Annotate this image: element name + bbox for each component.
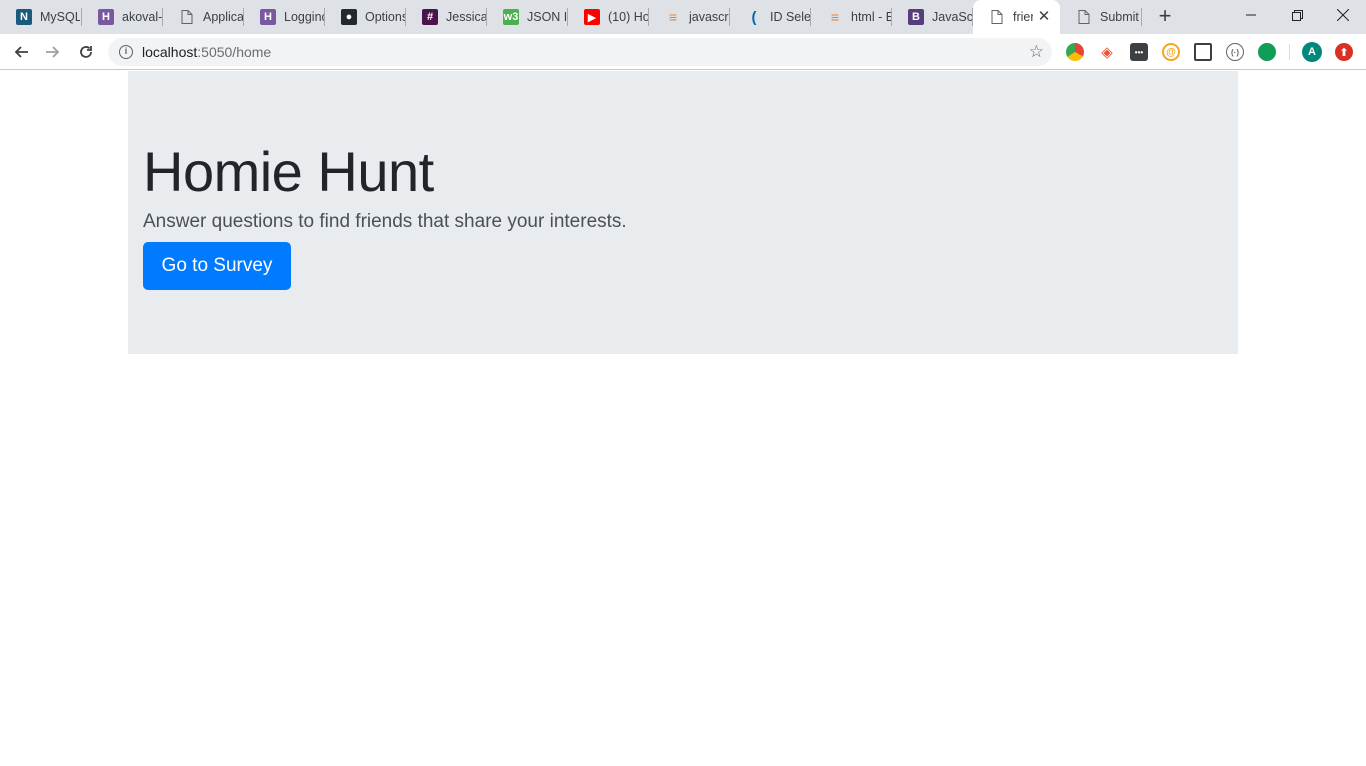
minimize-icon [1246,14,1256,16]
document-icon [1076,9,1092,25]
w3schools-icon: w3 [503,9,519,25]
update-icon[interactable]: ⬆ [1335,43,1353,61]
reload-button[interactable] [74,40,98,64]
tab-title: JavaScr [932,10,972,24]
close-tab-icon[interactable]: ✕ [1036,9,1052,25]
browser-tab[interactable]: ( ID Selec [730,0,811,34]
tab-title: Submit [1100,10,1139,24]
tab-title: Options [365,10,405,24]
restore-button[interactable] [1274,0,1320,30]
url-text[interactable]: localhost:5050/home [142,44,271,60]
profile-avatar[interactable]: A [1302,42,1322,62]
browser-tab[interactable]: H Logginc [244,0,325,34]
browser-tab[interactable]: w3 JSON In [487,0,568,34]
new-tab-button[interactable]: + [1153,5,1177,29]
github-icon: ● [341,9,357,25]
stackoverflow-icon: ≡ [830,9,840,25]
tab-title: html - E [851,10,891,24]
close-window-button[interactable] [1320,0,1366,30]
at-extension-icon[interactable]: @ [1162,43,1180,61]
browser-toolbar: i localhost:5050/home ☆ ◈ ••• @ (·) A ⬆ [0,34,1366,70]
slack-icon: # [422,9,438,25]
forward-arrow-icon [46,46,60,58]
forward-button[interactable] [41,40,65,64]
tab-title: JSON In [527,10,567,24]
browser-tab[interactable]: B JavaScr [892,0,973,34]
document-icon [179,9,195,25]
code-extension-icon[interactable]: (·) [1226,43,1244,61]
go-to-survey-button[interactable]: Go to Survey [143,242,291,290]
browser-tab[interactable]: ≡ html - E [811,0,892,34]
tab-title: javascri [689,10,729,24]
browser-tab[interactable]: ≡ javascri [649,0,730,34]
bootstrap-icon: B [908,9,924,25]
browser-tab[interactable]: Applica [163,0,244,34]
close-icon [1337,9,1349,21]
back-button[interactable] [9,40,33,64]
mysql-icon: N [16,9,32,25]
tab-strip: N MySQL Hakoval- Applica H Logginc ● Options # Je… [0,0,1366,34]
browser-tab[interactable]: Submit [1060,0,1142,34]
restore-icon [1291,9,1303,21]
dots-extension-icon[interactable]: ••• [1130,43,1148,61]
tab-title: akoval- [122,10,162,24]
browser-tab[interactable]: N MySQL [0,0,82,34]
lead-text: Answer questions to find friends that sh… [143,211,627,232]
tab-title: (10) Ho [608,10,648,24]
bookmark-star-icon[interactable]: ☆ [1029,42,1044,62]
page-title: Homie Hunt [143,140,434,203]
browser-tab[interactable]: Hakoval- [82,0,163,34]
reload-icon [80,46,92,58]
chrome-extension-icon[interactable] [1066,43,1084,61]
browser-tab[interactable]: ▶ (10) Ho [568,0,649,34]
tab-title: MySQL [40,10,80,24]
git-extension-icon[interactable]: ◈ [1098,43,1116,61]
browser-tab[interactable]: ● Options [325,0,406,34]
heroku-icon: H [260,9,276,25]
heroku-icon: H [98,9,114,25]
site-info-icon[interactable]: i [119,45,133,59]
document-icon [989,9,1005,25]
toolbar-divider [1289,44,1290,60]
jumbotron: Homie Hunt Answer questions to find frie… [128,71,1238,354]
address-bar[interactable]: i localhost:5050/home ☆ [108,38,1052,66]
tab-title: frier [1013,10,1033,24]
tab-title: Applica [203,10,243,24]
screenshot-extension-icon[interactable] [1194,43,1212,61]
jquery-icon: ( [751,8,757,26]
tab-title: ID Selec [770,10,810,24]
browser-tab[interactable]: # Jessica [406,0,487,34]
browser-tab[interactable]: frier ✕ [973,0,1060,34]
back-arrow-icon [14,46,28,58]
tab-title: Jessica [446,10,486,24]
stackoverflow-icon: ≡ [668,9,678,25]
tab-separator [1141,8,1142,26]
evernote-extension-icon[interactable] [1258,43,1276,61]
youtube-icon: ▶ [584,9,600,25]
minimize-button[interactable] [1228,0,1274,30]
tab-title: Logginc [284,10,324,24]
